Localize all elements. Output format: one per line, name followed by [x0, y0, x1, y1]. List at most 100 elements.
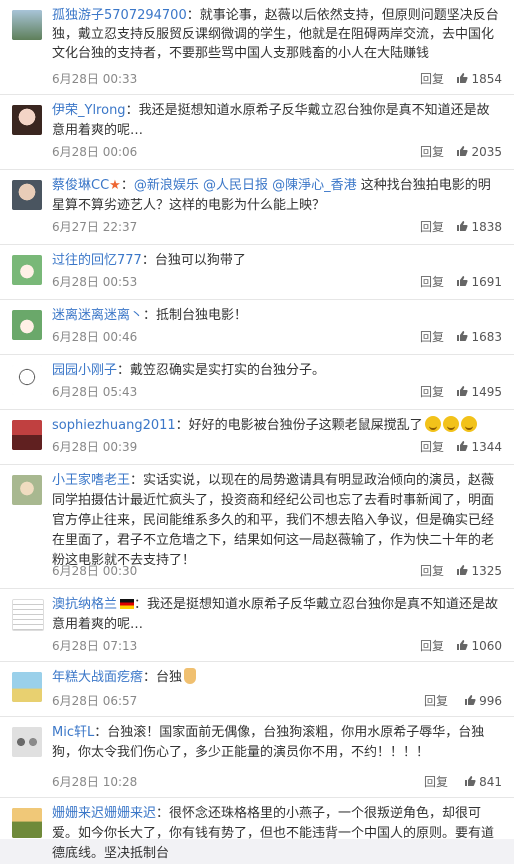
reply-button[interactable]: 回复 [420, 637, 444, 655]
comment-meta: 6月28日 00:06 回复 2035 [52, 143, 502, 161]
mention-link[interactable]: @人民日报 [203, 178, 268, 193]
comment-meta: 6月28日 05:43 回复 1495 [52, 383, 502, 401]
reply-button[interactable]: 回复 [420, 218, 444, 236]
like-count: 1495 [471, 385, 502, 399]
reply-button[interactable]: 回复 [420, 328, 444, 346]
comment-author[interactable]: 蔡俊琳CC [52, 178, 109, 193]
avatar[interactable] [12, 727, 42, 757]
like-button[interactable]: 1854 [456, 70, 502, 88]
reply-button[interactable]: 回复 [420, 438, 444, 456]
avatar[interactable] [12, 10, 42, 40]
mention-link[interactable]: @陳淨心_香港 [272, 178, 357, 193]
like-button[interactable]: 1344 [456, 438, 502, 456]
avatar[interactable] [12, 365, 42, 395]
reply-button[interactable]: 回复 [424, 692, 448, 710]
thumb-down-emoji-icon [184, 668, 197, 684]
like-button[interactable]: 1838 [456, 218, 502, 236]
comment-time: 6月28日 05:43 [52, 385, 138, 399]
reply-button[interactable]: 回复 [420, 562, 444, 580]
thumb-up-icon [465, 776, 476, 786]
comment-time: 6月28日 00:53 [52, 275, 138, 289]
comment-text: ：戴笠忍确实是实打实的台独分子。 [117, 363, 326, 378]
comment-author[interactable]: 过往的回忆777 [52, 253, 142, 268]
thumb-up-icon [457, 146, 469, 156]
comment-time: 6月28日 07:13 [52, 639, 138, 653]
comment-author[interactable]: 小王家嗜老王 [52, 473, 130, 488]
like-count: 1683 [471, 330, 502, 344]
like-button[interactable]: 2035 [456, 143, 502, 161]
comment-body: 姗姗来迟姗姗来迟：很怀念还珠格格里的小燕子，一个很叛逆角色，却很可爱。如今你长大… [52, 804, 502, 864]
comment-author[interactable]: 年糕大战面疙瘩 [52, 670, 143, 685]
like-button[interactable]: 841 [464, 773, 502, 791]
avatar[interactable] [12, 672, 42, 702]
avatar[interactable] [12, 420, 42, 450]
comment-author[interactable]: 澳抗纳格兰 [52, 597, 117, 612]
comment-body: 园园小刚子：戴笠忍确实是实打实的台独分子。 [52, 361, 502, 381]
comment-body: 小王家嗜老王：实话实说，以现在的局势邀请具有明显政治倾向的演员，赵薇同学拍摄估计… [52, 471, 502, 571]
comment-author[interactable]: 伊荣_Ylrong [52, 103, 126, 118]
comment-item: 姗姗来迟姗姗来迟：很怀念还珠格格里的小燕子，一个很叛逆角色，却很可爱。如今你长大… [0, 798, 514, 861]
reply-button[interactable]: 回复 [420, 273, 444, 291]
like-count: 1854 [471, 72, 502, 86]
comment-item: 小王家嗜老王：实话实说，以现在的局势邀请具有明显政治倾向的演员，赵薇同学拍摄估计… [0, 465, 514, 589]
comment-item: 孤独游子5707294700：就事论事，赵薇以后依然支持，但原则问题坚决反台独，… [0, 0, 514, 95]
angry-emoji-icon [460, 416, 477, 432]
comment-author[interactable]: 孤独游子5707294700 [52, 8, 187, 23]
like-count: 2035 [471, 145, 502, 159]
comment-time: 6月28日 00:30 [52, 564, 138, 578]
comment-meta: 6月28日 10:28 回复 841 [52, 773, 502, 791]
comment-meta: 6月28日 00:30 回复 1325 [52, 562, 502, 580]
comment-text: ：台独可以狗带了 [141, 253, 246, 268]
comment-meta: 6月28日 00:53 回复 1691 [52, 273, 502, 291]
comment-text: ：抵制台独电影！ [143, 308, 248, 323]
reply-button[interactable]: 回复 [420, 143, 444, 161]
comment-body: 迷离迷离迷离丶：抵制台独电影！ [52, 306, 502, 326]
comment-item: 蔡俊琳CC★：@新浪娱乐 @人民日报 @陳淨心_香港 这种找台独拍电影的明星算不… [0, 170, 514, 245]
reply-button[interactable]: 回复 [420, 383, 444, 401]
comment-meta: 6月28日 00:33 回复 1854 [52, 70, 502, 88]
comment-author[interactable]: Mic轩L [52, 725, 94, 740]
comment-time: 6月28日 00:33 [52, 72, 138, 86]
like-count: 1325 [471, 564, 502, 578]
comment-author[interactable]: 园园小刚子 [52, 363, 117, 378]
comment-text: ：我还是挺想知道水原希子反华戴立忍台独你是真不知道还是故意用着爽的呢… [52, 597, 499, 632]
comment-time: 6月27日 22:37 [52, 220, 138, 234]
like-button[interactable]: 1683 [456, 328, 502, 346]
like-count: 1060 [471, 639, 502, 653]
comment-item: sophiezhuang2011：好好的电影被台独份子这颗老鼠屎搅乱了 6月28… [0, 410, 514, 465]
comment-author[interactable]: 姗姗来迟姗姗来迟 [52, 806, 156, 821]
comment-meta: 6月28日 00:46 回复 1683 [52, 328, 502, 346]
like-count: 996 [479, 694, 502, 708]
reply-button[interactable]: 回复 [420, 70, 444, 88]
avatar[interactable] [12, 105, 42, 135]
comment-body: 蔡俊琳CC★：@新浪娱乐 @人民日报 @陳淨心_香港 这种找台独拍电影的明星算不… [52, 178, 491, 213]
mention-link[interactable]: @新浪娱乐 [134, 178, 199, 193]
comment-text: ：台独滚！国家面前无偶像，台独狗滚粗，你用水原希子辱华，台独狗，你太令我们伤心了… [52, 725, 485, 760]
avatar[interactable] [12, 475, 42, 505]
reply-button[interactable]: 回复 [424, 773, 448, 791]
comment-body: 孤独游子5707294700：就事论事，赵薇以后依然支持，但原则问题坚决反台独，… [52, 6, 502, 63]
comment-meta: 6月28日 06:57 回复 996 [52, 692, 502, 710]
comment-author[interactable]: 迷离迷离迷离丶 [52, 308, 143, 323]
germany-flag-icon [120, 599, 135, 609]
avatar[interactable] [12, 808, 42, 838]
thumb-up-icon [457, 565, 469, 575]
like-button[interactable]: 1495 [456, 383, 502, 401]
avatar[interactable] [12, 310, 42, 340]
comment-time: 6月28日 06:57 [52, 694, 138, 708]
comment-time: 6月28日 00:39 [52, 440, 138, 454]
like-button[interactable]: 1060 [456, 637, 502, 655]
avatar[interactable] [12, 255, 42, 285]
like-button[interactable]: 1325 [456, 562, 502, 580]
thumb-up-icon [457, 73, 469, 83]
like-button[interactable]: 1691 [456, 273, 502, 291]
angry-emoji-icon [442, 416, 459, 432]
comment-text: ：台独 [143, 670, 183, 685]
avatar[interactable] [12, 599, 44, 631]
avatar[interactable] [12, 180, 42, 210]
comment-body: 伊荣_Ylrong：我还是挺想知道水原希子反华戴立忍台独你是真不知道还是故意用着… [52, 101, 502, 141]
comment-item: 年糕大战面疙瘩：台独 6月28日 06:57 回复 996 [0, 662, 514, 717]
comment-item: 过往的回忆777：台独可以狗带了 6月28日 00:53 回复 1691 [0, 245, 514, 300]
like-button[interactable]: 996 [464, 692, 502, 710]
comment-author[interactable]: sophiezhuang2011 [52, 418, 176, 433]
